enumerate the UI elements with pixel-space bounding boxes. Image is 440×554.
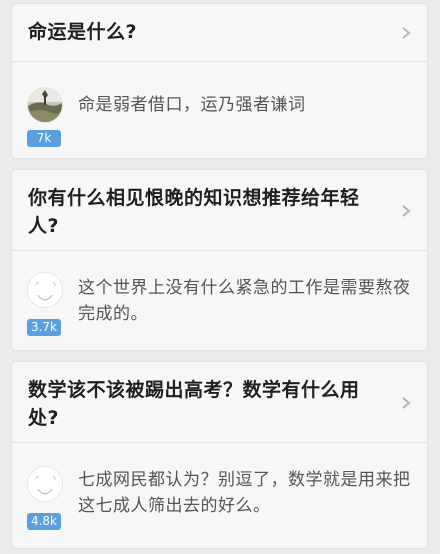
answer-row[interactable]: 3.7k 这个世界上没有什么紧急的工作是需要熬夜完成的。	[12, 251, 427, 350]
question-title[interactable]: 你有什么相见恨晚的知识想推荐给年轻人?	[28, 184, 387, 240]
answer-excerpt[interactable]: 这个世界上没有什么紧急的工作是需要熬夜完成的。	[78, 275, 411, 327]
vote-count-badge[interactable]: 7k	[27, 130, 61, 147]
answer-row[interactable]: 7k 命是弱者借口，运乃强者谦词	[12, 62, 427, 158]
vote-count-badge[interactable]: 4.8k	[27, 513, 61, 530]
answer-excerpt[interactable]: 七成网民都认为？别逗了，数学就是用来把这七成人筛出去的好么。	[78, 467, 411, 519]
question-row[interactable]: 数学该不该被踢出高考？数学有什么用处?	[12, 362, 427, 443]
answer-excerpt[interactable]: 命是弱者借口，运乃强者谦词	[78, 92, 411, 118]
feed-card: 你有什么相见恨晚的知识想推荐给年轻人? 3.7k 这个世界上没有什么紧急的工作是…	[12, 170, 427, 350]
chevron-right-icon[interactable]	[399, 396, 413, 410]
landscape-photo-icon	[28, 88, 62, 122]
question-title[interactable]: 数学该不该被踢出高考？数学有什么用处?	[28, 376, 387, 432]
feed-card: 数学该不该被踢出高考？数学有什么用处? 4.8k 七成网民都认为？别逗了，数学就…	[12, 362, 427, 548]
question-title[interactable]: 命运是什么?	[28, 18, 387, 46]
chevron-right-icon[interactable]	[399, 204, 413, 218]
avatar[interactable]	[28, 273, 62, 307]
sketch-avatar-icon	[28, 273, 62, 307]
question-row[interactable]: 你有什么相见恨晚的知识想推荐给年轻人?	[12, 170, 427, 251]
avatar[interactable]	[28, 88, 62, 122]
feed-card: 命运是什么? 7k 命是弱者借口，运乃强者谦词	[12, 4, 427, 158]
feed-list: 命运是什么? 7k 命是弱者借口，运乃强者谦词 你有什么相见恨晚的知识想推荐给年…	[0, 0, 440, 554]
sketch-avatar-icon	[28, 467, 62, 501]
vote-count-badge[interactable]: 3.7k	[27, 319, 61, 336]
chevron-right-icon[interactable]	[399, 26, 413, 40]
question-row[interactable]: 命运是什么?	[12, 4, 427, 62]
answer-row[interactable]: 4.8k 七成网民都认为？别逗了，数学就是用来把这七成人筛出去的好么。	[12, 443, 427, 548]
avatar[interactable]	[28, 467, 62, 501]
